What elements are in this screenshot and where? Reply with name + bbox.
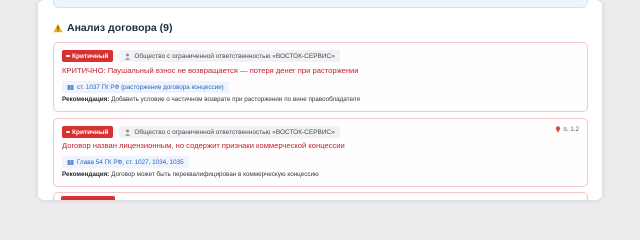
recommendation-text: Договор может быть переквалифицирован в …: [111, 171, 319, 178]
severity-badge: Критичный: [62, 50, 114, 62]
party-label: Общество с ограниченной ответственностью…: [134, 52, 335, 60]
party-label: Общество с ограниченной ответственностью…: [134, 128, 335, 136]
severity-label: Критичный: [72, 52, 109, 60]
party-badge: Общество с ограниченной ответственностью…: [119, 50, 340, 62]
previous-info-card: [53, 0, 588, 8]
severity-label: Критичный: [72, 128, 109, 136]
section-header: Анализ договора (9): [53, 21, 173, 35]
recommendation-text: Добавить условие о частичном возврате пр…: [111, 96, 360, 103]
severity-badge: [61, 196, 115, 200]
book-icon: [67, 84, 74, 90]
issue-card: [53, 192, 588, 200]
person-icon: [125, 53, 131, 60]
issue-title: КРИТИЧНО: Паушальный взнос не возвращает…: [62, 66, 359, 75]
book-icon: [67, 159, 74, 165]
issue-card: Критичный Общество с ограниченной ответс…: [53, 118, 588, 187]
recommendation: Рекомендация: Договор может быть переква…: [62, 171, 319, 178]
person-icon: [125, 129, 131, 136]
party-badge: Общество с ограниченной ответственностью…: [119, 126, 340, 138]
minus-icon: [66, 55, 70, 57]
law-reference-badge: ст. 1037 ГК РФ (расторжение договора кон…: [62, 81, 229, 93]
severity-badge: Критичный: [62, 126, 114, 138]
issue-chips: Критичный Общество с ограниченной ответс…: [62, 126, 340, 138]
warning-icon: [53, 23, 63, 33]
law-reference-label: ст. 1037 ГК РФ (расторжение договора кон…: [77, 83, 224, 91]
recommendation: Рекомендация: Добавить условие о частичн…: [62, 96, 360, 103]
analysis-modal: Анализ договора (9) Критичный Общество с…: [38, 0, 602, 200]
clause-location: п. 1.2: [555, 126, 579, 133]
clause-location-label: п. 1.2: [563, 126, 579, 133]
law-reference-label: Глава 54 ГК РФ, ст. 1027, 1034, 1035: [77, 158, 184, 166]
issue-chips: Критичный Общество с ограниченной ответс…: [62, 50, 340, 62]
recommendation-label: Рекомендация:: [62, 171, 110, 178]
minus-icon: [66, 131, 70, 133]
law-reference-badge: Глава 54 ГК РФ, ст. 1027, 1034, 1035: [62, 156, 189, 168]
issue-card: Критичный Общество с ограниченной ответс…: [53, 42, 588, 112]
recommendation-label: Рекомендация:: [62, 96, 110, 103]
issue-title: Договор назван лицензионным, но содержит…: [62, 141, 345, 150]
pin-icon: [556, 126, 561, 133]
section-title: Анализ договора (9): [67, 22, 173, 34]
